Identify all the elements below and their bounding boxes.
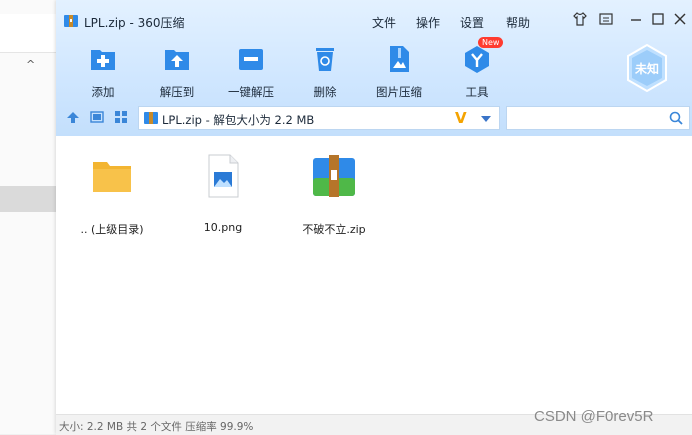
tools-label: 工具 bbox=[465, 85, 489, 99]
skin-shirt-icon[interactable] bbox=[572, 11, 588, 27]
status-text: 大小: 2.2 MB 共 2 个文件 压缩率 99.9% bbox=[59, 421, 254, 433]
one-click-extract-button[interactable]: 一键解压 bbox=[216, 44, 286, 100]
chevron-down-icon[interactable] bbox=[481, 116, 491, 122]
add-button[interactable]: 添加 bbox=[68, 44, 138, 100]
one-click-extract-icon bbox=[239, 49, 263, 70]
image-compress-icon bbox=[390, 46, 409, 72]
image-compress-label: 图片压缩 bbox=[376, 85, 422, 99]
image-compress-button[interactable]: 图片压缩 bbox=[364, 44, 434, 100]
new-badge: New bbox=[478, 37, 504, 48]
file-name: .. (上级目录) bbox=[80, 223, 144, 236]
list-item[interactable]: 10.png bbox=[178, 154, 268, 234]
up-arrow-icon[interactable] bbox=[66, 110, 80, 124]
file-name: 10.png bbox=[203, 221, 243, 234]
tools-icon bbox=[465, 46, 489, 73]
zip-archive-icon bbox=[313, 155, 355, 197]
delete-button[interactable]: 删除 bbox=[290, 44, 360, 100]
add-icon bbox=[91, 50, 115, 70]
maximize-icon[interactable] bbox=[650, 11, 666, 27]
window-title: LPL.zip - 360压缩 bbox=[84, 16, 185, 30]
background-window-header bbox=[0, 14, 56, 53]
list-item[interactable]: .. (上级目录) bbox=[67, 154, 157, 237]
menu-settings[interactable]: 设置 bbox=[458, 14, 486, 31]
menu-help[interactable]: 帮助 bbox=[504, 14, 532, 31]
list-item[interactable]: 不破不立.zip bbox=[289, 154, 379, 237]
tools-button[interactable]: 工具 bbox=[442, 44, 512, 100]
extract-to-icon bbox=[165, 50, 189, 70]
folder-icon bbox=[93, 162, 131, 192]
file-name: 不破不立.zip bbox=[302, 223, 366, 236]
menu-operation[interactable]: 操作 bbox=[414, 14, 442, 31]
address-bar[interactable]: LPL.zip - 解包大小为 2.2 MB V bbox=[138, 106, 500, 130]
zip-file-icon bbox=[144, 112, 158, 124]
list-view-icon[interactable] bbox=[90, 110, 104, 124]
brand-label: 未知 bbox=[634, 62, 659, 76]
watermark: CSDN @F0rev5R bbox=[534, 408, 654, 425]
image-file-icon bbox=[208, 154, 239, 198]
app-zip-icon bbox=[64, 15, 78, 27]
delete-label: 删除 bbox=[313, 85, 337, 99]
close-icon[interactable] bbox=[672, 11, 688, 27]
extract-to-button[interactable]: 解压到 bbox=[142, 44, 212, 100]
v-logo-icon[interactable]: V bbox=[455, 109, 467, 127]
search-input[interactable] bbox=[506, 106, 690, 130]
add-label: 添加 bbox=[91, 85, 115, 99]
extract-to-label: 解压到 bbox=[159, 85, 195, 99]
grid-view-icon[interactable] bbox=[114, 110, 128, 124]
compressor-window: LPL.zip - 360压缩 文件 操作 设置 帮助 添加 解压到 一键解压 … bbox=[56, 0, 692, 435]
menu-file[interactable]: 文件 bbox=[370, 14, 398, 31]
search-icon[interactable] bbox=[669, 111, 683, 125]
minimize-icon[interactable] bbox=[628, 11, 644, 27]
brand-shield[interactable]: 未知 bbox=[626, 43, 668, 93]
address-path: LPL.zip - 解包大小为 2.2 MB bbox=[162, 113, 315, 127]
title-toolbar-area: LPL.zip - 360压缩 文件 操作 设置 帮助 添加 解压到 一键解压 … bbox=[56, 0, 692, 136]
background-selected-row[interactable] bbox=[0, 186, 56, 212]
chevron-up-icon[interactable]: ^ bbox=[26, 58, 35, 71]
feedback-icon[interactable] bbox=[598, 11, 614, 27]
delete-icon bbox=[316, 48, 334, 71]
one-click-extract-label: 一键解压 bbox=[228, 85, 274, 99]
background-window: ^ bbox=[0, 0, 56, 434]
